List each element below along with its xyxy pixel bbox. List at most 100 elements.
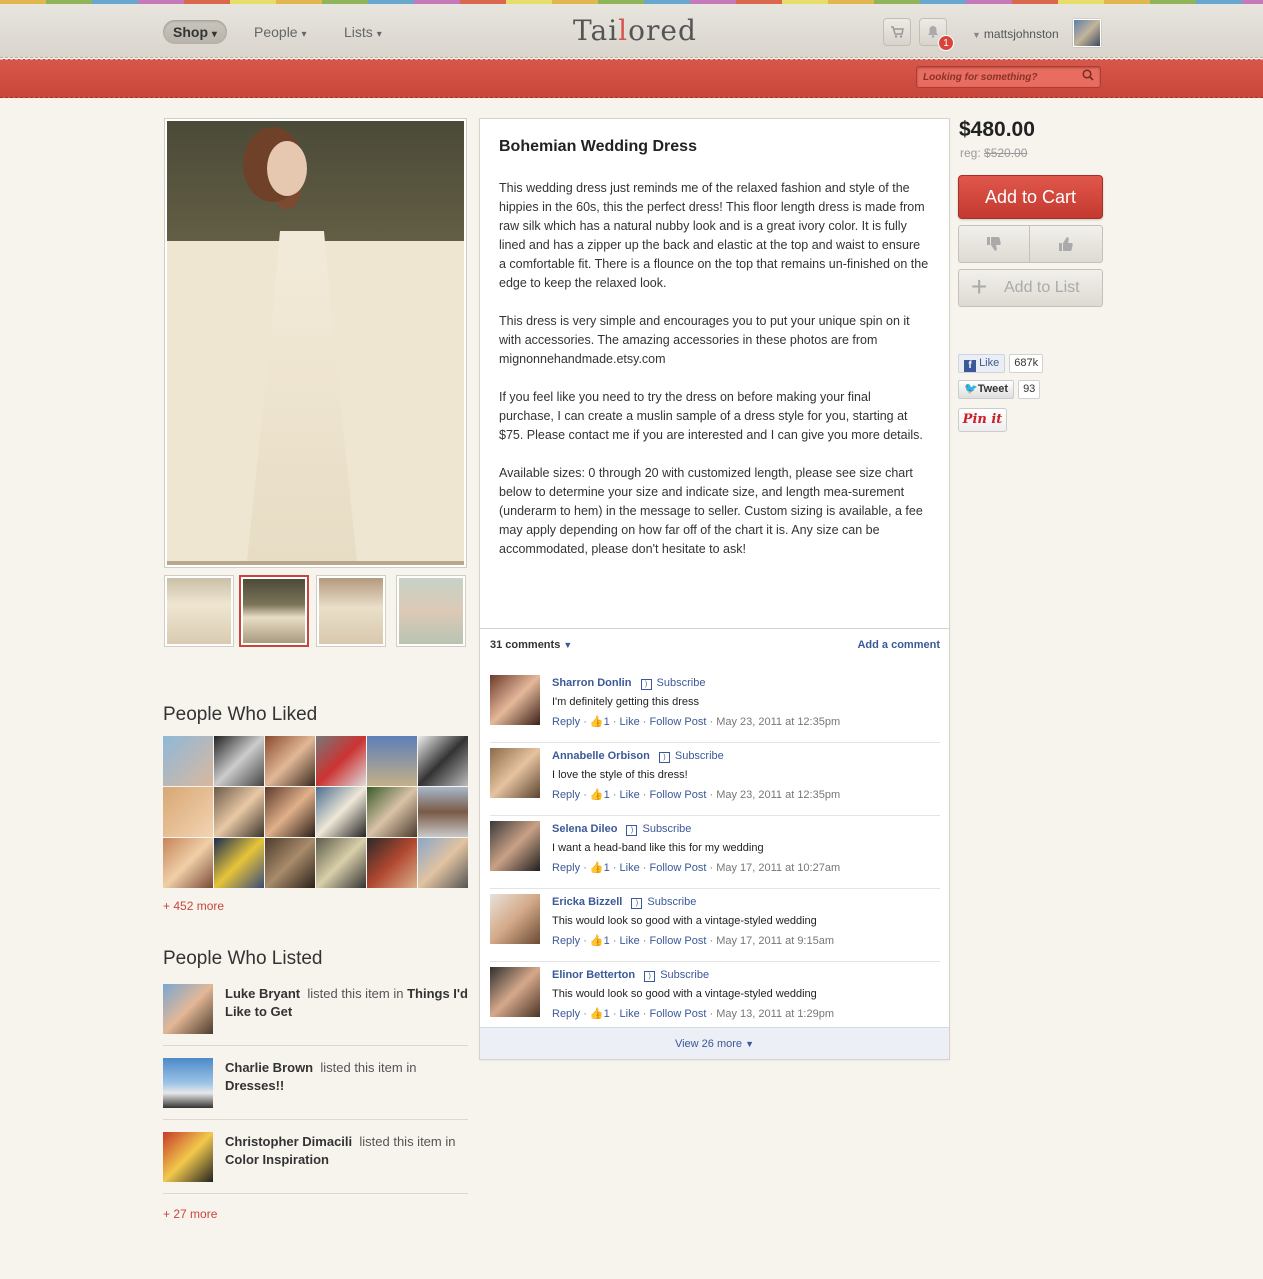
list-name[interactable]: Dresses!!: [225, 1078, 284, 1093]
commenter-name[interactable]: Annabelle Orbison: [552, 750, 650, 762]
dislike-button[interactable]: [958, 225, 1030, 263]
reply-link[interactable]: Reply: [552, 1008, 580, 1020]
follow-post-link[interactable]: Follow Post: [650, 789, 707, 801]
people-liked-more-link[interactable]: + 452 more: [163, 899, 224, 913]
like-link[interactable]: Like: [620, 862, 640, 874]
subscribe-link[interactable]: ) Subscribe: [644, 969, 710, 982]
thumbnail-4[interactable]: [396, 575, 466, 647]
comments-header: 31 comments ▼ Add a comment: [480, 628, 949, 662]
reply-link[interactable]: Reply: [552, 935, 580, 947]
comment-text: I'm definitely getting this dress: [552, 696, 700, 708]
thumbnail-1[interactable]: [164, 575, 234, 647]
commenter-avatar[interactable]: [490, 967, 540, 1017]
liker-avatar[interactable]: [265, 736, 315, 786]
tweet-widget: 🐦Tweet 93: [958, 380, 1041, 400]
liker-avatar[interactable]: [367, 787, 417, 837]
liker-avatar[interactable]: [163, 787, 213, 837]
add-to-list-button[interactable]: + Add to List: [958, 269, 1103, 307]
commenter-avatar[interactable]: [490, 894, 540, 944]
lister-avatar[interactable]: [163, 984, 213, 1034]
liker-avatar[interactable]: [316, 736, 366, 786]
pin-it-button[interactable]: Pin it: [958, 408, 1007, 432]
like-link[interactable]: Like: [620, 716, 640, 728]
facebook-like-button[interactable]: f Like: [958, 354, 1006, 373]
liker-avatar[interactable]: [265, 838, 315, 888]
listed-item-text: Charlie Brown listed this item in Dresse…: [225, 1059, 470, 1095]
tweet-button[interactable]: 🐦Tweet: [958, 380, 1015, 399]
commenter-name[interactable]: Ericka Bizzell: [552, 896, 622, 908]
lister-avatar[interactable]: [163, 1132, 213, 1182]
subscribe-label: Subscribe: [660, 969, 710, 981]
follow-post-link[interactable]: Follow Post: [650, 862, 707, 874]
like-link[interactable]: Like: [620, 935, 640, 947]
caret-down-icon: ▼: [972, 30, 981, 40]
like-link[interactable]: Like: [620, 789, 640, 801]
add-comment-link[interactable]: Add a comment: [857, 639, 940, 651]
search-icon[interactable]: [1082, 69, 1094, 84]
view-more-label: View 26 more: [674, 1038, 743, 1050]
chevron-down-icon: ▾: [211, 29, 217, 40]
follow-post-link[interactable]: Follow Post: [650, 716, 707, 728]
commenter-avatar[interactable]: [490, 675, 540, 725]
listed-verb: listed this item in: [307, 986, 404, 1001]
comment-item: Elinor Betterton ) Subscribe This would l…: [490, 962, 940, 1035]
like-link[interactable]: Like: [620, 1008, 640, 1020]
follow-post-link[interactable]: Follow Post: [650, 1008, 707, 1020]
liker-avatar[interactable]: [163, 736, 213, 786]
comment-item: Ericka Bizzell ) Subscribe This would loo…: [490, 889, 940, 962]
subscribe-link[interactable]: ) Subscribe: [631, 896, 696, 909]
lister-avatar[interactable]: [163, 1058, 213, 1108]
nav-lists[interactable]: Lists ▾: [334, 20, 392, 44]
liker-avatar[interactable]: [214, 838, 264, 888]
thumbnail-2[interactable]: [239, 575, 309, 647]
nav-shop[interactable]: Shop ▾: [163, 20, 227, 44]
liker-avatar[interactable]: [163, 838, 213, 888]
top-navigation-bar: Shop ▾ People ▾ Lists ▾ Tailored 1 ▼ matt…: [0, 4, 1263, 58]
lister-name[interactable]: Charlie Brown: [225, 1060, 313, 1075]
nav-people[interactable]: People ▾: [244, 20, 317, 44]
lister-name[interactable]: Christopher Dimacili: [225, 1134, 352, 1149]
comment-count-toggle[interactable]: 31 comments ▼: [490, 639, 572, 651]
product-main-photo[interactable]: [164, 118, 467, 568]
add-to-cart-button[interactable]: Add to Cart: [958, 175, 1103, 219]
commenter-name[interactable]: Sharron Donlin: [552, 677, 631, 689]
subscribe-link[interactable]: ) Subscribe: [658, 750, 724, 763]
product-title: Bohemian Wedding Dress: [499, 138, 697, 155]
liker-avatar[interactable]: [367, 736, 417, 786]
reply-link[interactable]: Reply: [552, 789, 580, 801]
commenter-name[interactable]: Selena Dileo: [552, 823, 617, 835]
user-menu[interactable]: ▼ mattsjohnston: [972, 27, 1059, 41]
commenter-name[interactable]: Elinor Betterton: [552, 969, 635, 981]
liker-avatar[interactable]: [214, 787, 264, 837]
follow-post-link[interactable]: Follow Post: [650, 935, 707, 947]
liker-avatar[interactable]: [316, 838, 366, 888]
commenter-avatar[interactable]: [490, 748, 540, 798]
liker-avatar[interactable]: [367, 838, 417, 888]
listed-verb: listed this item in: [320, 1060, 417, 1075]
subscribe-link[interactable]: ) Subscribe: [626, 823, 691, 836]
product-description: This wedding dress just reminds me of th…: [499, 179, 929, 578]
liker-avatar[interactable]: [418, 838, 468, 888]
liker-avatar[interactable]: [214, 736, 264, 786]
photo-dress-shape: [247, 231, 357, 561]
view-more-comments-button[interactable]: View 26 more ▼: [480, 1027, 949, 1059]
liker-avatar[interactable]: [316, 787, 366, 837]
search-input[interactable]: [917, 67, 1077, 88]
reply-link[interactable]: Reply: [552, 716, 580, 728]
cart-button[interactable]: [883, 18, 911, 46]
liker-avatar[interactable]: [265, 787, 315, 837]
liker-avatar[interactable]: [418, 787, 468, 837]
reply-link[interactable]: Reply: [552, 862, 580, 874]
people-listed-more-link[interactable]: + 27 more: [163, 1207, 217, 1221]
nav-shop-label: Shop: [173, 24, 208, 40]
like-button[interactable]: [1030, 225, 1103, 263]
thumbnail-3[interactable]: [316, 575, 386, 647]
list-name[interactable]: Color Inspiration: [225, 1152, 329, 1167]
user-avatar[interactable]: [1073, 19, 1101, 47]
subscribe-link[interactable]: ) Subscribe: [640, 677, 705, 690]
commenter-avatar[interactable]: [490, 821, 540, 871]
tweet-label: Tweet: [977, 383, 1009, 395]
liker-avatar[interactable]: [418, 736, 468, 786]
tailored-logo[interactable]: Tailored: [573, 14, 697, 47]
lister-name[interactable]: Luke Bryant: [225, 986, 300, 1001]
